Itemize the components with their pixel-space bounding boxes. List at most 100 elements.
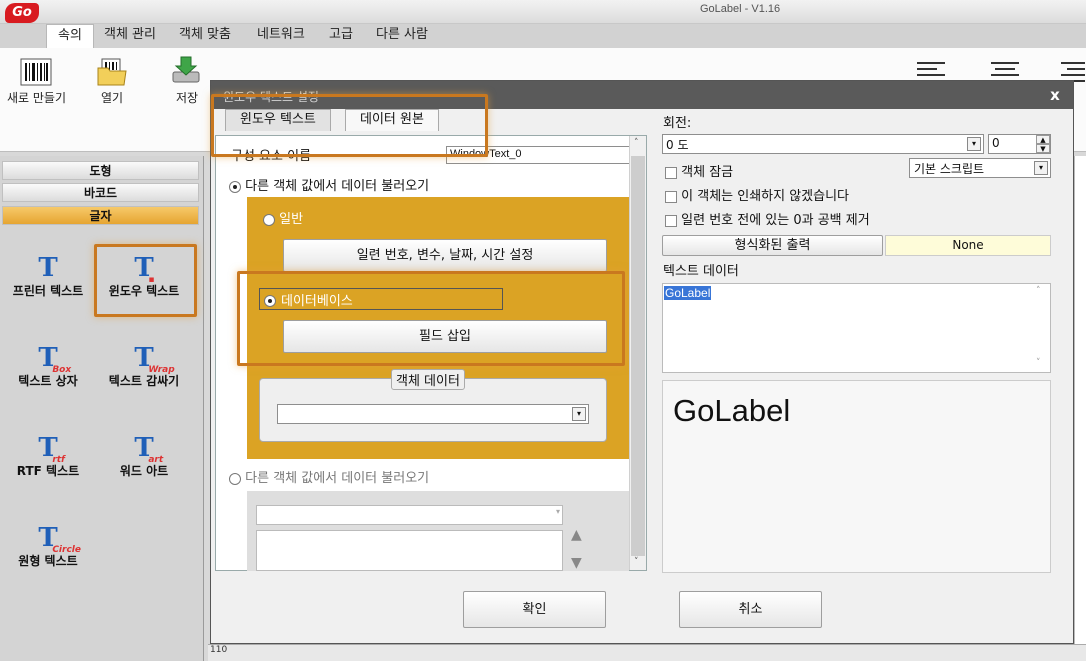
text-wrap-label: 텍스트 감싸기 xyxy=(108,374,180,388)
radio-load-other-2-label: 다른 객체 값에서 데이터 불러오기 xyxy=(245,471,430,486)
checkbox-icon xyxy=(665,214,677,227)
script-select[interactable]: 기본 스크립트 ▾ xyxy=(909,158,1051,178)
formatted-output-button[interactable]: 형식화된 출력 xyxy=(662,235,883,256)
text-box-item[interactable]: T Box 텍스트 상자 xyxy=(0,344,96,389)
scroll-up-icon[interactable]: ˄ xyxy=(634,138,639,148)
tab-others[interactable]: 다른 사람 xyxy=(365,24,439,48)
radio-general[interactable]: 일반 xyxy=(263,208,303,227)
no-print-checkbox[interactable]: 이 객체는 인쇄하지 않겠습니다 xyxy=(665,185,849,204)
windows-text-icon: T ▪ xyxy=(134,253,155,285)
stepper-down-icon[interactable]: ▼ xyxy=(1036,144,1050,153)
serial-settings-button[interactable]: 일련 번호, 변수, 날짜, 시간 설정 xyxy=(283,239,607,272)
app-title: GoLabel - V1.16 xyxy=(700,3,781,15)
open-label: 열기 xyxy=(101,91,124,105)
save-label: 저장 xyxy=(176,91,199,105)
rtf-text-item[interactable]: Trtf RTF 텍스트 xyxy=(0,434,96,479)
windows-text-label: 윈도우 텍스트 xyxy=(108,284,180,298)
script-select-value: 기본 스크립트 xyxy=(914,162,985,176)
new-button[interactable] xyxy=(20,58,52,89)
dialog-title: 윈도우 텍스트 설정 xyxy=(211,81,1073,109)
rtf-text-icon: Trtf xyxy=(38,433,65,465)
move-down-icon[interactable]: ▼ xyxy=(571,555,591,571)
text-data-input[interactable]: GoLabel ˄ ˅ xyxy=(662,283,1051,373)
lock-object-label: 객체 잠금 xyxy=(681,165,734,180)
radio-database-label: 데이터베이스 xyxy=(281,294,353,309)
object-palette xyxy=(0,156,204,661)
other-object-select[interactable]: ▾ xyxy=(256,505,563,525)
format-value: None xyxy=(885,235,1051,256)
scroll-down-icon[interactable]: ˅ xyxy=(1036,358,1041,368)
tab-properties[interactable]: 속의 xyxy=(46,24,94,48)
open-button[interactable] xyxy=(96,58,128,89)
radio-load-other-1[interactable]: 다른 객체 값에서 데이터 불러오기 xyxy=(229,175,429,194)
tab-windows-text[interactable]: 윈도우 텍스트 xyxy=(225,109,331,131)
rotation-number-value: 0 xyxy=(992,136,1000,150)
windows-text-item[interactable]: T ▪ 윈도우 텍스트 xyxy=(96,254,192,299)
category-shapes[interactable]: 도형 xyxy=(2,161,199,180)
word-art-item[interactable]: Tart 워드 아트 xyxy=(96,434,192,479)
trim-zeros-checkbox[interactable]: 일련 번호 전에 있는 0과 공백 제거 xyxy=(665,209,870,228)
preview-text: GoLabel xyxy=(673,393,791,428)
circular-text-item[interactable]: T Circle 원형 텍스트 xyxy=(0,524,96,569)
object-data-select[interactable]: ▾ xyxy=(277,404,589,424)
new-label: 새로 만들기 xyxy=(7,91,67,105)
scrollbar-thumb[interactable] xyxy=(631,156,645,556)
scroll-down-icon[interactable]: ˅ xyxy=(634,557,639,567)
printer-text-label: 프린터 텍스트 xyxy=(12,284,84,298)
stepper-up-icon[interactable]: ▲ xyxy=(1036,135,1050,144)
chevron-down-icon[interactable]: ▾ xyxy=(967,137,981,151)
rtf-text-label: RTF 텍스트 xyxy=(16,464,80,478)
printer-text-item[interactable]: T 프린터 텍스트 xyxy=(0,254,96,299)
category-barcode[interactable]: 바코드 xyxy=(2,183,199,202)
label-canvas[interactable] xyxy=(1074,156,1086,646)
radio-database[interactable]: 데이터베이스 xyxy=(259,288,503,310)
other-object-list[interactable] xyxy=(256,530,563,571)
left-pane-scrollbar[interactable]: ˄ ˅ xyxy=(629,136,646,570)
component-name-field[interactable]: WindowText_0 xyxy=(446,146,630,164)
object-data-label: 객체 데이터 xyxy=(391,369,465,390)
chevron-down-icon[interactable]: ▾ xyxy=(572,407,586,421)
ruler-value: 110 xyxy=(210,645,228,655)
text-data-label: 텍스트 데이터 xyxy=(663,264,739,279)
circular-text-label: 원형 텍스트 xyxy=(18,554,78,568)
category-text[interactable]: 글자 xyxy=(2,206,199,225)
text-preview: GoLabel xyxy=(662,380,1051,573)
rotation-number-stepper[interactable]: 0 ▲ ▼ xyxy=(988,134,1051,154)
text-data-value: GoLabel xyxy=(664,286,712,300)
rotation-select[interactable]: 0 도 ▾ xyxy=(662,134,984,154)
scroll-up-icon[interactable]: ˄ xyxy=(1036,286,1041,296)
circular-text-icon: T Circle xyxy=(38,523,81,555)
cancel-button[interactable]: 취소 xyxy=(679,591,822,628)
radio-general-label: 일반 xyxy=(279,212,304,227)
radio-icon xyxy=(263,213,275,226)
app-logo[interactable]: Go xyxy=(5,3,39,23)
move-up-icon[interactable]: ▲ xyxy=(571,527,591,543)
chevron-down-icon: ▾ xyxy=(555,507,560,516)
text-wrap-icon: T Wrap xyxy=(134,343,175,375)
checkbox-icon xyxy=(665,166,677,179)
checkbox-icon xyxy=(665,190,677,203)
chevron-down-icon[interactable]: ▾ xyxy=(1034,161,1048,175)
ok-button[interactable]: 확인 xyxy=(463,591,606,628)
radio-load-other-2[interactable]: 다른 객체 값에서 데이터 불러오기 xyxy=(229,467,429,486)
rotation-select-value: 0 도 xyxy=(666,138,689,152)
text-wrap-item[interactable]: T Wrap 텍스트 감싸기 xyxy=(96,344,192,389)
tab-object-management[interactable]: 객체 관리 xyxy=(93,24,167,48)
close-icon[interactable]: x xyxy=(1043,85,1067,105)
radio-icon xyxy=(229,180,241,193)
rotation-label: 회전: xyxy=(663,116,692,131)
tab-data-source[interactable]: 데이터 원본 xyxy=(345,109,439,131)
lock-object-checkbox[interactable]: 객체 잠금 xyxy=(665,161,733,180)
trim-zeros-label: 일련 번호 전에 있는 0과 공백 제거 xyxy=(681,213,870,228)
radio-icon xyxy=(229,472,241,485)
open-folder-icon xyxy=(97,58,127,86)
status-bar xyxy=(208,644,1086,661)
no-print-label: 이 객체는 인쇄하지 않겠습니다 xyxy=(681,189,850,204)
tab-network[interactable]: 네트워크 xyxy=(246,24,316,48)
save-button[interactable] xyxy=(170,56,202,87)
tab-object-align[interactable]: 객체 맞춤 xyxy=(168,24,242,48)
text-box-label: 텍스트 상자 xyxy=(18,374,78,388)
tab-advanced[interactable]: 고급 xyxy=(318,24,364,48)
insert-field-button[interactable]: 필드 삽입 xyxy=(283,320,607,353)
save-download-icon xyxy=(172,56,200,83)
